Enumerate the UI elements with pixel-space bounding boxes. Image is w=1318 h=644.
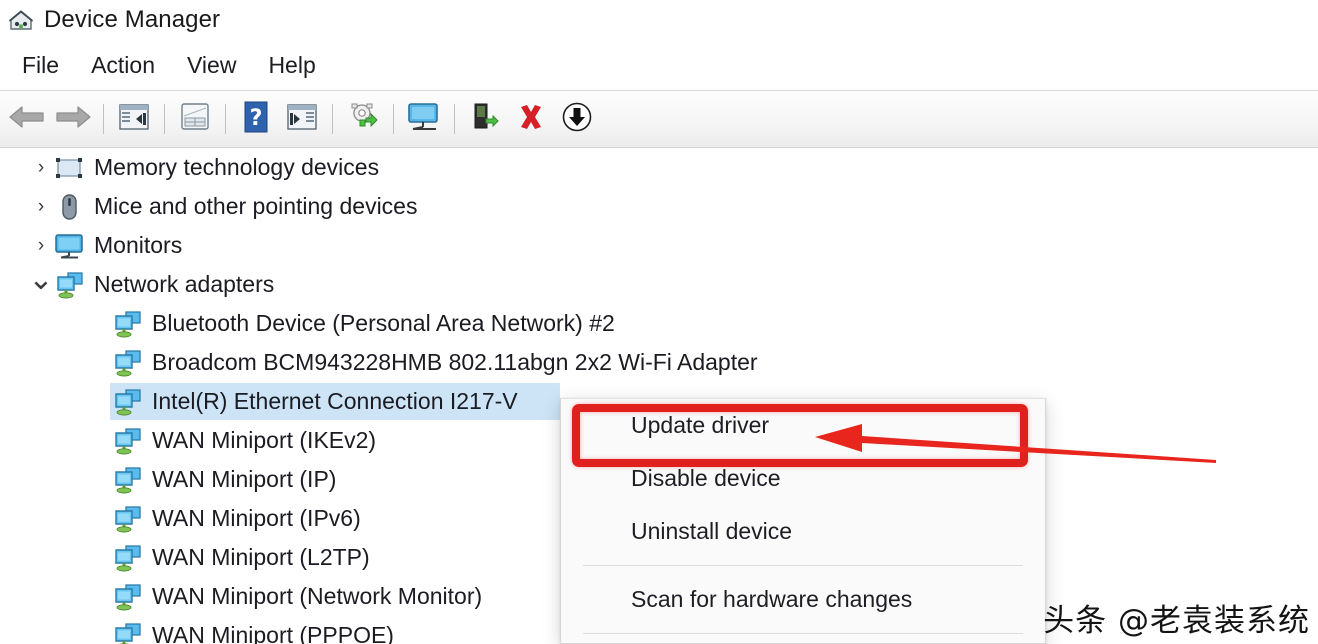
network-adapter-icon <box>112 582 142 612</box>
ctx-uninstall-device[interactable]: Uninstall device <box>561 505 1045 558</box>
network-adapter-icon <box>54 270 84 300</box>
network-adapter-icon <box>112 387 142 417</box>
toolbar-forward-button[interactable] <box>50 96 96 142</box>
disable-device-icon <box>469 101 501 138</box>
chevron-right-icon[interactable]: › <box>28 236 54 255</box>
watermark-text: 头条 @老袁装系统 <box>1043 603 1310 639</box>
tree-row[interactable]: › Memory technology devices <box>0 148 1318 187</box>
network-adapter-icon <box>112 348 142 378</box>
tree-item-label: Memory technology devices <box>94 154 380 180</box>
context-menu-separator <box>583 633 1023 634</box>
forward-arrow-icon <box>53 102 93 137</box>
window-title: Device Manager <box>44 6 221 33</box>
toolbar-action-pane-button[interactable] <box>279 96 325 142</box>
menu-bar: File Action View Help <box>0 40 1318 90</box>
monitor-icon <box>54 231 84 261</box>
tree-item-label: Bluetooth Device (Personal Area Network)… <box>152 310 615 336</box>
device-manager-icon <box>8 7 34 33</box>
uninstall-device-red-x-icon <box>515 101 547 138</box>
menu-help[interactable]: Help <box>252 49 331 82</box>
tree-item-label: Mice and other pointing devices <box>94 193 418 219</box>
update-driver-icon <box>346 102 380 137</box>
menu-file[interactable]: File <box>6 49 75 82</box>
toolbar-properties-button[interactable] <box>172 96 218 142</box>
svg-text:?: ? <box>250 106 263 131</box>
title-bar: Device Manager <box>0 0 1318 40</box>
toolbar-separator <box>332 104 333 134</box>
tree-item-label: Broadcom BCM943228HMB 802.11abgn 2x2 Wi-… <box>152 349 758 375</box>
tree-item-label: WAN Miniport (IPv6) <box>152 505 361 531</box>
network-adapter-icon <box>112 621 142 644</box>
toolbar-separator <box>393 104 394 134</box>
show-hide-action-pane-icon <box>286 102 318 137</box>
toolbar-scan-hardware-button[interactable] <box>401 96 447 142</box>
toolbar-separator <box>454 104 455 134</box>
tree-item-label: WAN Miniport (PPPOE) <box>152 622 394 644</box>
tree-item-label: WAN Miniport (L2TP) <box>152 544 370 570</box>
help-question-icon: ? <box>242 101 270 138</box>
tree-item-label: Intel(R) Ethernet Connection I217-V <box>152 388 518 414</box>
mouse-icon <box>54 192 84 222</box>
ctx-disable-device[interactable]: Disable device <box>561 452 1045 505</box>
memory-device-icon <box>54 153 84 183</box>
toolbar-update-driver-button[interactable] <box>340 96 386 142</box>
tree-row[interactable]: Broadcom BCM943228HMB 802.11abgn 2x2 Wi-… <box>0 343 1318 382</box>
properties-icon <box>179 102 211 137</box>
network-adapter-icon <box>112 309 142 339</box>
network-adapter-icon <box>112 465 142 495</box>
download-circle-arrow-icon <box>560 100 594 139</box>
scan-hardware-changes-icon <box>406 101 442 138</box>
device-manager-window: Device Manager File Action View Help ? ›… <box>0 0 1318 644</box>
menu-view[interactable]: View <box>171 49 252 82</box>
toolbar-back-button[interactable] <box>4 96 50 142</box>
toolbar-disable-device-button[interactable] <box>462 96 508 142</box>
toolbar-help-button[interactable]: ? <box>233 96 279 142</box>
context-menu[interactable]: Update driver Disable device Uninstall d… <box>560 398 1046 644</box>
toolbar-separator <box>225 104 226 134</box>
tree-item-label: WAN Miniport (IKEv2) <box>152 427 377 453</box>
ctx-update-driver[interactable]: Update driver <box>561 399 1045 452</box>
chevron-right-icon[interactable]: › <box>28 197 54 216</box>
chevron-down-icon[interactable]: ⌄ <box>28 265 54 297</box>
context-menu-separator <box>583 565 1023 566</box>
tree-row[interactable]: ⌄ Network adapters <box>0 265 1318 304</box>
back-arrow-icon <box>7 102 47 137</box>
network-adapter-icon <box>112 543 142 573</box>
show-hide-console-tree-icon <box>118 102 150 137</box>
toolbar-uninstall-device-button[interactable] <box>508 96 554 142</box>
tree-item-label: WAN Miniport (IP) <box>152 466 337 492</box>
toolbar-console-tree-button[interactable] <box>111 96 157 142</box>
ctx-scan-hardware-changes[interactable]: Scan for hardware changes <box>561 573 1045 626</box>
toolbar-separator <box>164 104 165 134</box>
tree-item-label: Network adapters <box>94 271 275 297</box>
chevron-right-icon[interactable]: › <box>28 158 54 177</box>
menu-action[interactable]: Action <box>75 49 171 82</box>
toolbar-separator <box>103 104 104 134</box>
toolbar-download-button[interactable] <box>554 96 600 142</box>
tree-row[interactable]: Bluetooth Device (Personal Area Network)… <box>0 304 1318 343</box>
tree-row[interactable]: › Mice and other pointing devices <box>0 187 1318 226</box>
toolbar: ? <box>0 90 1318 148</box>
tree-item-label: WAN Miniport (Network Monitor) <box>152 583 483 609</box>
network-adapter-icon <box>112 426 142 456</box>
network-adapter-icon <box>112 504 142 534</box>
tree-item-label: Monitors <box>94 232 183 258</box>
tree-row[interactable]: › Monitors <box>0 226 1318 265</box>
